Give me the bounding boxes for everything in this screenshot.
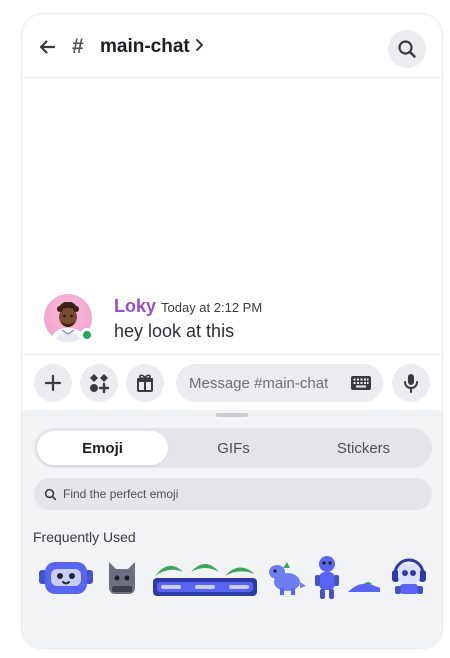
tab-emoji[interactable]: Emoji — [37, 431, 168, 465]
search-icon — [398, 40, 416, 58]
message-list: Loky Today at 2:12 PM hey look at this — [22, 78, 442, 354]
frequently-used-heading: Frequently Used — [33, 529, 136, 545]
green-leaves-emoji[interactable] — [150, 552, 260, 604]
apps-icon — [90, 374, 110, 394]
search-icon — [44, 488, 57, 500]
apps-button[interactable] — [80, 364, 118, 402]
blue-dino-emoji[interactable] — [266, 552, 308, 604]
back-button[interactable] — [34, 34, 60, 60]
add-attachment-button[interactable] — [34, 364, 72, 402]
channel-name[interactable]: main-chat — [100, 33, 190, 61]
tab-stickers[interactable]: Stickers — [298, 431, 429, 465]
channel-hash-icon: # — [72, 35, 84, 58]
drag-handle[interactable] — [216, 413, 248, 417]
emoji-search-bar[interactable] — [34, 478, 432, 510]
tab-gifs[interactable]: GIFs — [168, 431, 299, 465]
small-slope-emoji[interactable] — [346, 552, 382, 604]
headphone-robot-emoji[interactable] — [388, 552, 430, 604]
arrow-left-icon — [39, 40, 56, 54]
emoji-picker-panel: Emoji GIFs Stickers Frequently Used — [22, 410, 442, 648]
blue-robot-emoji[interactable] — [36, 552, 96, 604]
plus-icon — [44, 374, 62, 392]
message-username[interactable]: Loky — [114, 294, 156, 318]
message-timestamp: Today at 2:12 PM — [161, 300, 263, 315]
emoji-search-input[interactable] — [63, 487, 403, 501]
message-composer — [22, 354, 442, 410]
blue-bot-emoji[interactable] — [312, 552, 342, 604]
gray-cat-emoji[interactable] — [102, 552, 142, 604]
phone-screen: # main-chat Loky Today at 2:12 PM hey lo… — [22, 14, 442, 648]
keyboard-icon[interactable] — [350, 374, 372, 392]
search-button[interactable] — [388, 30, 426, 68]
gift-button[interactable] — [126, 364, 164, 402]
online-status-indicator — [80, 328, 94, 342]
message-text: hey look at this — [114, 321, 235, 341]
channel-header: # main-chat — [22, 14, 442, 78]
gift-icon — [137, 374, 153, 392]
chevron-right-icon[interactable] — [194, 38, 204, 52]
picker-tabs: Emoji GIFs Stickers — [34, 428, 432, 468]
voice-message-button[interactable] — [392, 364, 430, 402]
microphone-icon — [404, 374, 418, 393]
frequently-used-emoji-row — [22, 552, 442, 608]
